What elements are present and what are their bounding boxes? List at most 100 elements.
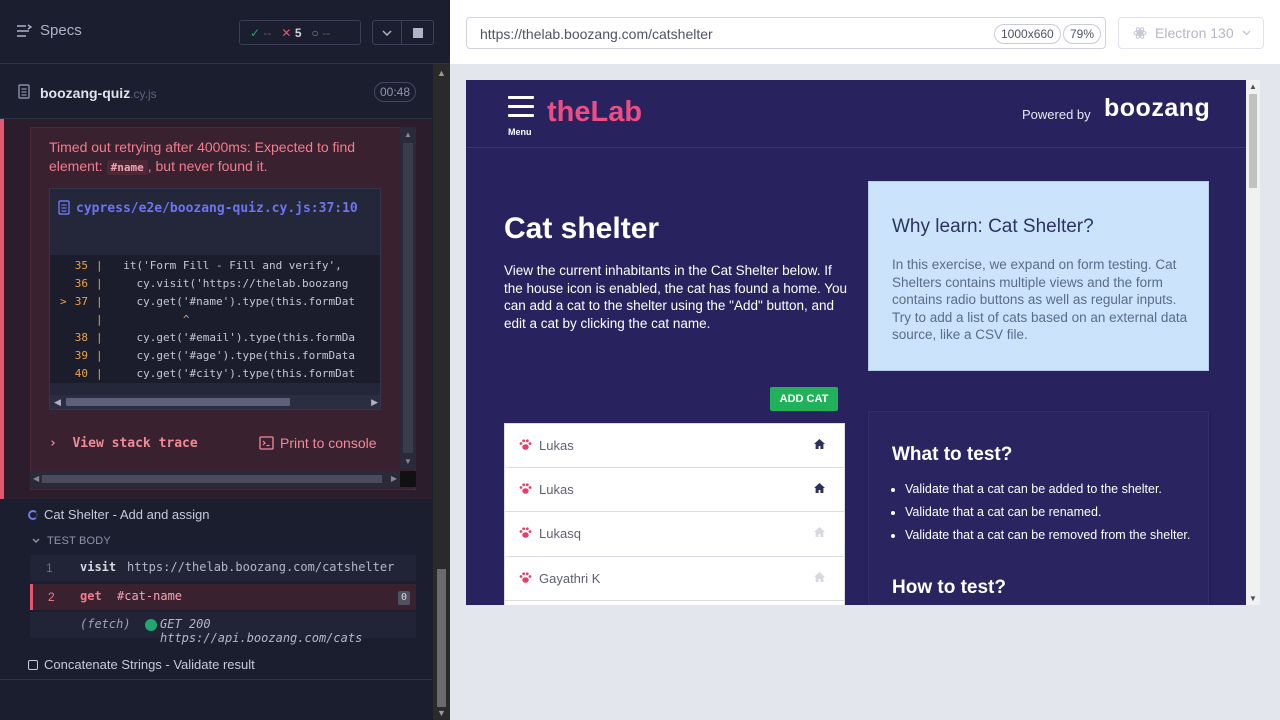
error-selector-code: #name (106, 160, 148, 175)
command-row[interactable]: 1 visit https://thelab.boozang.com/catsh… (30, 555, 416, 581)
status-success-dot (145, 619, 157, 631)
thelab-logo[interactable]: theLab (547, 96, 642, 129)
what-to-test-title: What to test? (892, 444, 1013, 465)
aut-vertical-scrollbar[interactable]: ▲ ▼ (1246, 80, 1260, 605)
failed-count: 5 (294, 25, 302, 40)
browser-selector-button[interactable]: Electron 130 (1118, 17, 1264, 49)
hamburger-menu-icon[interactable] (508, 96, 534, 123)
failed-test-section: Timed out retrying after 4000ms: Expecte… (0, 119, 432, 499)
paw-icon (519, 482, 532, 494)
divider (0, 679, 432, 680)
scroll-down-icon[interactable]: ▼ (404, 457, 412, 466)
boozang-logo[interactable]: boozang (1104, 94, 1210, 123)
add-cat-button[interactable]: ADD CAT (770, 387, 838, 411)
stop-button[interactable] (401, 20, 434, 45)
code-horizontal-scrollbar[interactable]: ◀ ▶ (50, 395, 380, 409)
cat-name-link[interactable]: Lukasq (539, 526, 581, 541)
code-text: it('Form Fill - Fill and verify', (110, 259, 349, 272)
page-description: View the current inhabitants in the Cat … (504, 263, 848, 331)
scroll-left-icon[interactable]: ◀ (33, 474, 39, 483)
scroll-down-icon[interactable]: ▼ (437, 708, 446, 718)
why-learn-title: Why learn: Cat Shelter? (892, 216, 1094, 237)
powered-by-text: Powered by (1022, 107, 1091, 122)
cat-list-item[interactable]: Lukasq (504, 512, 845, 557)
passed-count: -- (263, 25, 272, 40)
element-count-badge: 0 (398, 591, 410, 605)
command-name: visit (80, 560, 117, 574)
scrollbar-thumb[interactable] (437, 569, 446, 707)
cat-list-item[interactable] (504, 601, 845, 605)
scrollbar-thumb[interactable] (1249, 94, 1257, 188)
home-icon-disabled[interactable] (813, 526, 826, 538)
home-icon[interactable] (813, 482, 826, 494)
test-pending[interactable]: Concatenate Strings - Validate result (28, 657, 255, 672)
code-frame-file-link[interactable]: cypress/e2e/boozang-quiz.cy.js:37:10 (58, 199, 374, 219)
command-row-fetch[interactable]: (fetch) GET 200 https://api.boozang.com/… (30, 612, 416, 645)
paw-icon (519, 439, 532, 450)
spec-basename: boozang-quiz (40, 85, 131, 101)
error-vertical-scrollbar[interactable]: ▲ ▼ (400, 127, 416, 469)
scroll-right-icon[interactable]: ▶ (371, 397, 378, 408)
test-running[interactable]: Cat Shelter - Add and assign (28, 507, 210, 522)
scrollbar-thumb[interactable] (66, 398, 290, 406)
file-icon (58, 200, 70, 215)
scroll-up-icon[interactable]: ▲ (1249, 82, 1257, 91)
code-text: cy.visit('https://thelab.boozang (110, 277, 349, 290)
scroll-up-icon[interactable]: ▲ (437, 68, 446, 78)
menu-label[interactable]: Menu (508, 127, 532, 137)
cat-list: Lukas Lukas Lukasq Gayathri K (504, 423, 845, 605)
aut-header: https://thelab.boozang.com/catshelter 10… (450, 0, 1280, 64)
list-item: Validate that a cat can be removed from … (905, 528, 1195, 543)
command-row-failed[interactable]: 2 get #cat-name 0 (30, 584, 416, 610)
test-stats: ✓ -- ✕ 5 ○ -- (239, 20, 361, 45)
command-message: #cat-name (117, 589, 183, 603)
lab-navbar: Menu theLab Powered by boozang (466, 80, 1246, 148)
scrollbar-thumb[interactable] (42, 475, 382, 483)
pending-count: -- (322, 25, 331, 40)
code-lines: 35 | it('Form Fill - Fill and verify', 36… (50, 255, 380, 383)
scrollbar-thumb[interactable] (403, 143, 413, 453)
paw-icon (519, 527, 532, 538)
cat-name-link[interactable]: Lukas (539, 438, 574, 453)
what-to-test-card: What to test? Validate that a cat can be… (868, 411, 1209, 605)
cat-list-item[interactable]: Lukas (504, 467, 845, 512)
view-stack-trace-button[interactable]: › View stack trace (49, 436, 198, 451)
scroll-down-icon[interactable]: ▼ (1249, 594, 1257, 603)
viewport-size-badge[interactable]: 1000x660 (994, 24, 1061, 44)
why-learn-card: Why learn: Cat Shelter? In this exercise… (868, 181, 1209, 371)
url-bar[interactable]: https://thelab.boozang.com/catshelter 10… (466, 17, 1106, 49)
spec-name: boozang-quiz.cy.js (40, 85, 157, 101)
spec-header[interactable]: boozang-quiz.cy.js 00:48 (0, 65, 432, 119)
test-title: Cat Shelter - Add and assign (44, 507, 210, 522)
print-to-console-button[interactable]: Print to console (259, 435, 377, 451)
cat-list-item[interactable]: Gayathri K (504, 556, 845, 601)
code-line: 38 | cy.get('#email').type(this.formDa (50, 329, 380, 347)
list-item: Validate that a cat can be renamed. (905, 505, 1195, 520)
test-title: Concatenate Strings - Validate result (44, 657, 255, 672)
reporter-header: Specs ✓ -- ✕ 5 ○ -- (0, 0, 450, 64)
code-frame: cypress/e2e/boozang-quiz.cy.js:37:10 35 |… (49, 188, 381, 410)
zoom-level-badge[interactable]: 79% (1063, 24, 1102, 44)
home-icon-disabled[interactable] (813, 571, 826, 583)
cat-list-item[interactable]: Lukas (504, 423, 845, 468)
scroll-right-icon[interactable]: ▶ (391, 474, 397, 483)
reporter-vertical-scrollbar[interactable]: ▲ ▼ (433, 64, 450, 720)
running-spinner-icon (28, 509, 38, 520)
browser-label: Electron 130 (1155, 25, 1234, 41)
cat-name-link[interactable]: Gayathri K (539, 571, 600, 586)
error-horizontal-scrollbar[interactable]: ◀ ▶ (30, 471, 400, 487)
command-message: https://thelab.boozang.com/catshelter (127, 560, 395, 574)
failure-indicator-bar (0, 119, 4, 499)
chevron-down-icon (382, 29, 392, 36)
home-icon[interactable] (813, 438, 826, 450)
error-panel: Timed out retrying after 4000ms: Expecte… (30, 127, 416, 490)
specs-button[interactable]: Specs (16, 22, 82, 39)
options-dropdown-button[interactable] (372, 20, 402, 45)
code-text: cy.get('#name').type(this.formDat (110, 295, 356, 308)
scroll-up-icon[interactable]: ▲ (404, 130, 412, 139)
cat-name-link[interactable]: Lukas (539, 482, 574, 497)
test-body-toggle[interactable]: TEST BODY (32, 535, 111, 547)
scroll-left-icon[interactable]: ◀ (54, 397, 61, 408)
specs-list-icon (17, 23, 32, 37)
spec-extension: .cy.js (130, 87, 157, 101)
